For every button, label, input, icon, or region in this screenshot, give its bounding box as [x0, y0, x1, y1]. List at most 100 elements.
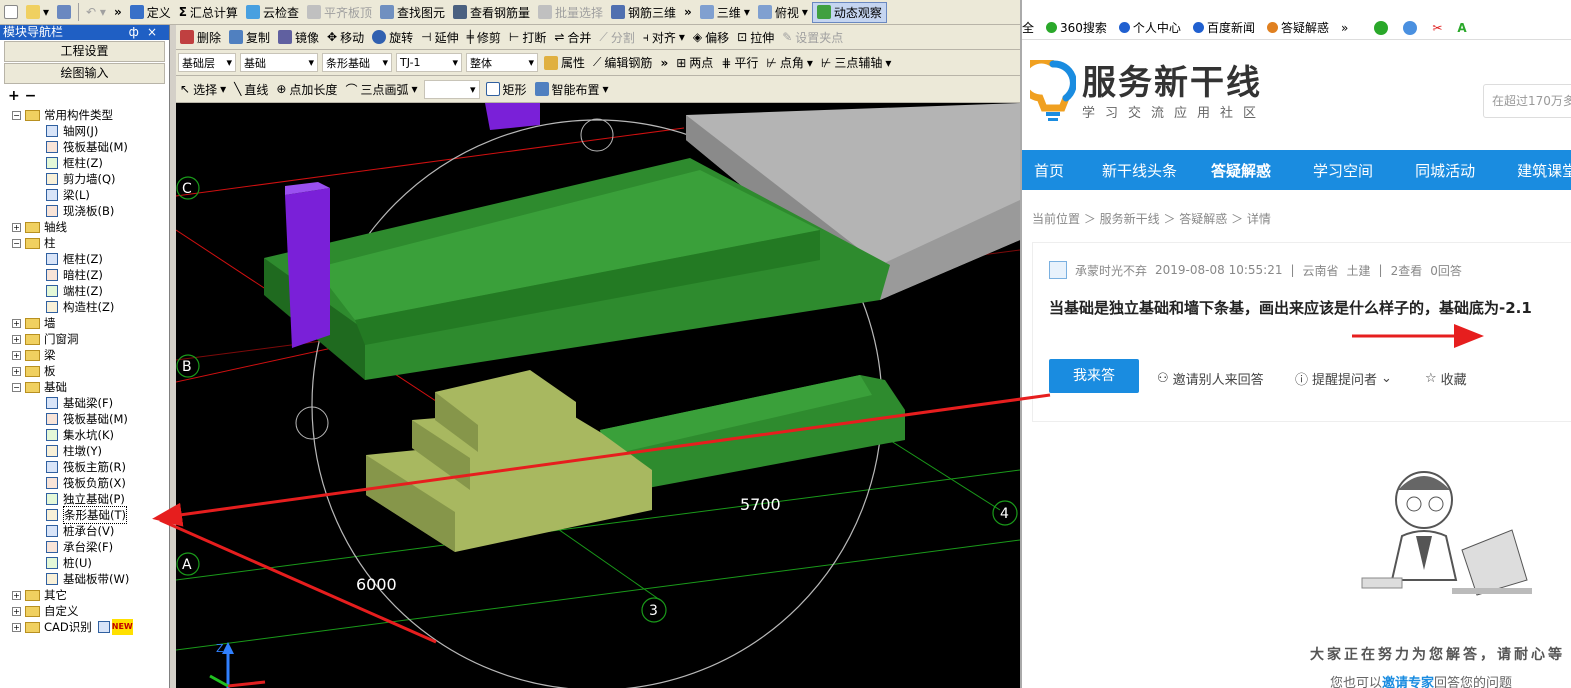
flush-slab-button[interactable]: 平齐板顶 [303, 2, 376, 23]
view-3d-dropdown[interactable]: 三维 ▾ [696, 2, 754, 23]
toolbar-overflow-2[interactable]: » [680, 5, 696, 19]
tree-folder[interactable]: − 基础 [12, 379, 169, 395]
expand-collapse-tools[interactable]: + − [0, 85, 169, 107]
nav-qa[interactable]: 答疑解惑 [1199, 160, 1283, 181]
bookmarks-more[interactable]: » [1341, 21, 1348, 35]
tree-folder[interactable]: − 常用构件类型 [12, 107, 169, 123]
rebar-3d-button[interactable]: 钢筋三维 [607, 2, 680, 23]
extend-button[interactable]: ⊣ 延伸 [417, 27, 462, 48]
avatar[interactable] [1049, 261, 1067, 279]
floor-select[interactable]: 基础层 ▾ [178, 53, 236, 72]
rotate-button[interactable]: 旋转 [368, 27, 417, 48]
expand-icon[interactable]: + [12, 606, 21, 616]
project-settings-button[interactable]: 工程设置 [4, 41, 165, 62]
tree-item[interactable]: 轴网(J) [12, 123, 169, 139]
nav-home[interactable]: 首页 [1022, 160, 1076, 181]
bookmark-qa[interactable]: 答疑解惑 [1266, 19, 1329, 36]
expand-icon[interactable]: + [12, 318, 21, 328]
summary-calc-button[interactable]: Σ 汇总计算 [175, 2, 242, 23]
category-select[interactable]: 基础 ▾ [240, 53, 318, 72]
line-button[interactable]: ╲ 直线 [230, 79, 272, 100]
tree-folder[interactable]: + 门窗洞 [12, 331, 169, 347]
close-icon[interactable]: × [147, 25, 165, 39]
drawing-input-button[interactable]: 绘图输入 [4, 63, 165, 84]
translate-icon[interactable]: A [1457, 21, 1466, 35]
expand-icon[interactable]: + [12, 350, 21, 360]
split-button[interactable]: ⟋ 分割 [595, 27, 638, 48]
properties-button[interactable]: 属性 [540, 52, 589, 73]
favorite-button[interactable]: ☆ 收藏 [1425, 369, 1467, 388]
trim-button[interactable]: ╪ 修剪 [463, 27, 505, 48]
tree-item[interactable]: 梁(L) [12, 187, 169, 203]
smart-layout-dropdown[interactable]: 智能布置 ▾ [531, 79, 613, 100]
top-view-dropdown[interactable]: 俯视 ▾ [754, 2, 812, 23]
expand-icon[interactable]: + [12, 622, 21, 632]
tree-folder[interactable]: + 轴线 [12, 219, 169, 235]
mirror-button[interactable]: 镜像 [274, 27, 323, 48]
three-point-arc-dropdown[interactable]: ⌒ 三点画弧 ▾ [341, 79, 421, 100]
tree-item[interactable]: 桩承台(V) [12, 523, 169, 539]
scissors-icon[interactable]: ✂ [1432, 21, 1442, 35]
grip-settings-button[interactable]: ✎ 设置夹点 [778, 27, 847, 48]
component-type-select[interactable]: 条形基础 ▾ [322, 53, 392, 72]
edit-rebar-button[interactable]: ⟋ 编辑钢筋 [589, 52, 656, 73]
dynamic-orbit-button[interactable]: 动态观察 [811, 1, 887, 23]
remind-asker-dropdown[interactable]: ⓘ 提醒提问者 ⌄ [1295, 369, 1392, 388]
point-angle-dropdown[interactable]: ⊬ 点角 ▾ [762, 52, 817, 73]
collapse-icon[interactable]: − [12, 110, 21, 120]
tree-item[interactable]: 框柱(Z) [12, 155, 169, 171]
3d-viewport[interactable]: C B A 3 4 5700 6000 Z [176, 103, 1020, 688]
expand-icon[interactable]: + [12, 222, 21, 232]
tree-item[interactable]: 独立基础(P) [12, 491, 169, 507]
tree-item[interactable]: 筏板负筋(X) [12, 475, 169, 491]
merge-button[interactable]: ⇌ 合并 [550, 27, 595, 48]
save-icon[interactable] [53, 2, 75, 23]
tree-item[interactable]: 条形基础(T) [12, 506, 169, 524]
view-rebar-qty-button[interactable]: 查看钢筋量 [449, 2, 534, 23]
offset-button[interactable]: ◈ 偏移 [689, 27, 733, 48]
bookmark-all[interactable]: 全 [1022, 19, 1034, 36]
bookmark-360[interactable]: 360搜索 [1046, 19, 1107, 36]
define-button[interactable]: 定义 [126, 2, 175, 23]
invite-expert-link[interactable]: 邀请专家 [1382, 676, 1434, 688]
three-point-axis-dropdown[interactable]: ⊬ 三点辅轴 ▾ [817, 52, 896, 73]
tree-folder[interactable]: + 墙 [12, 315, 169, 331]
undo-icon[interactable]: ↶ ▾ [82, 2, 110, 23]
site-logo[interactable]: 服务新干线 学习交流应用社区 [1022, 56, 1266, 124]
arc-option-select[interactable]: ▾ [423, 79, 480, 99]
copy-button[interactable]: 复制 [225, 27, 274, 48]
open-folder-icon[interactable]: ▾ [22, 2, 53, 23]
bookmark-baidu-news[interactable]: 百度新闻 [1192, 19, 1255, 36]
tree-item[interactable]: 基础板带(W) [12, 571, 169, 587]
tree-item[interactable]: 构造柱(Z) [12, 299, 169, 315]
toolbar-overflow[interactable]: » [110, 5, 126, 19]
tree-item[interactable]: 框柱(Z) [12, 251, 169, 267]
select-dropdown[interactable]: ↖ 选择 ▾ [176, 79, 230, 100]
3d-scene[interactable]: C B A 3 4 5700 6000 Z [176, 103, 1020, 688]
tree-item[interactable]: 集水坑(K) [12, 427, 169, 443]
answer-button[interactable]: 我来答 [1049, 359, 1139, 393]
tree-item[interactable]: 暗柱(Z) [12, 267, 169, 283]
nav-courses[interactable]: 建筑课堂 [1505, 160, 1571, 181]
site-search-input[interactable]: 在超过170万多 [1483, 84, 1571, 118]
toolbar-overflow-3[interactable]: » [656, 56, 672, 70]
stretch-button[interactable]: ⊡ 拉伸 [733, 27, 778, 48]
component-name-select[interactable]: TJ-1 ▾ [396, 53, 462, 72]
expand-icon[interactable]: + [12, 334, 21, 344]
rectangle-button[interactable]: 矩形 [482, 79, 531, 100]
tree-item[interactable]: 筏板基础(M) [12, 411, 169, 427]
point-length-button[interactable]: ⊕ 点加长度 [272, 79, 341, 100]
cloud-check-button[interactable]: 云检查 [242, 2, 303, 23]
new-file-icon[interactable] [0, 2, 22, 23]
tree-folder[interactable]: + 其它 [12, 587, 169, 603]
blue-ext-icon[interactable] [1403, 20, 1418, 35]
pin-icon[interactable]: ф [129, 25, 147, 39]
browser-ext-icons[interactable]: ✂ A [1374, 20, 1467, 35]
tree-item[interactable]: 筏板主筋(R) [12, 459, 169, 475]
find-element-button[interactable]: 查找图元 [376, 2, 449, 23]
tree-item[interactable]: 现浇板(B) [12, 203, 169, 219]
scope-select[interactable]: 整体 ▾ [466, 53, 538, 72]
tree-folder[interactable]: + CAD识别 NEW [12, 619, 169, 635]
break-button[interactable]: ⊢ 打断 [505, 27, 550, 48]
batch-select-button[interactable]: 批量选择 [534, 2, 607, 23]
